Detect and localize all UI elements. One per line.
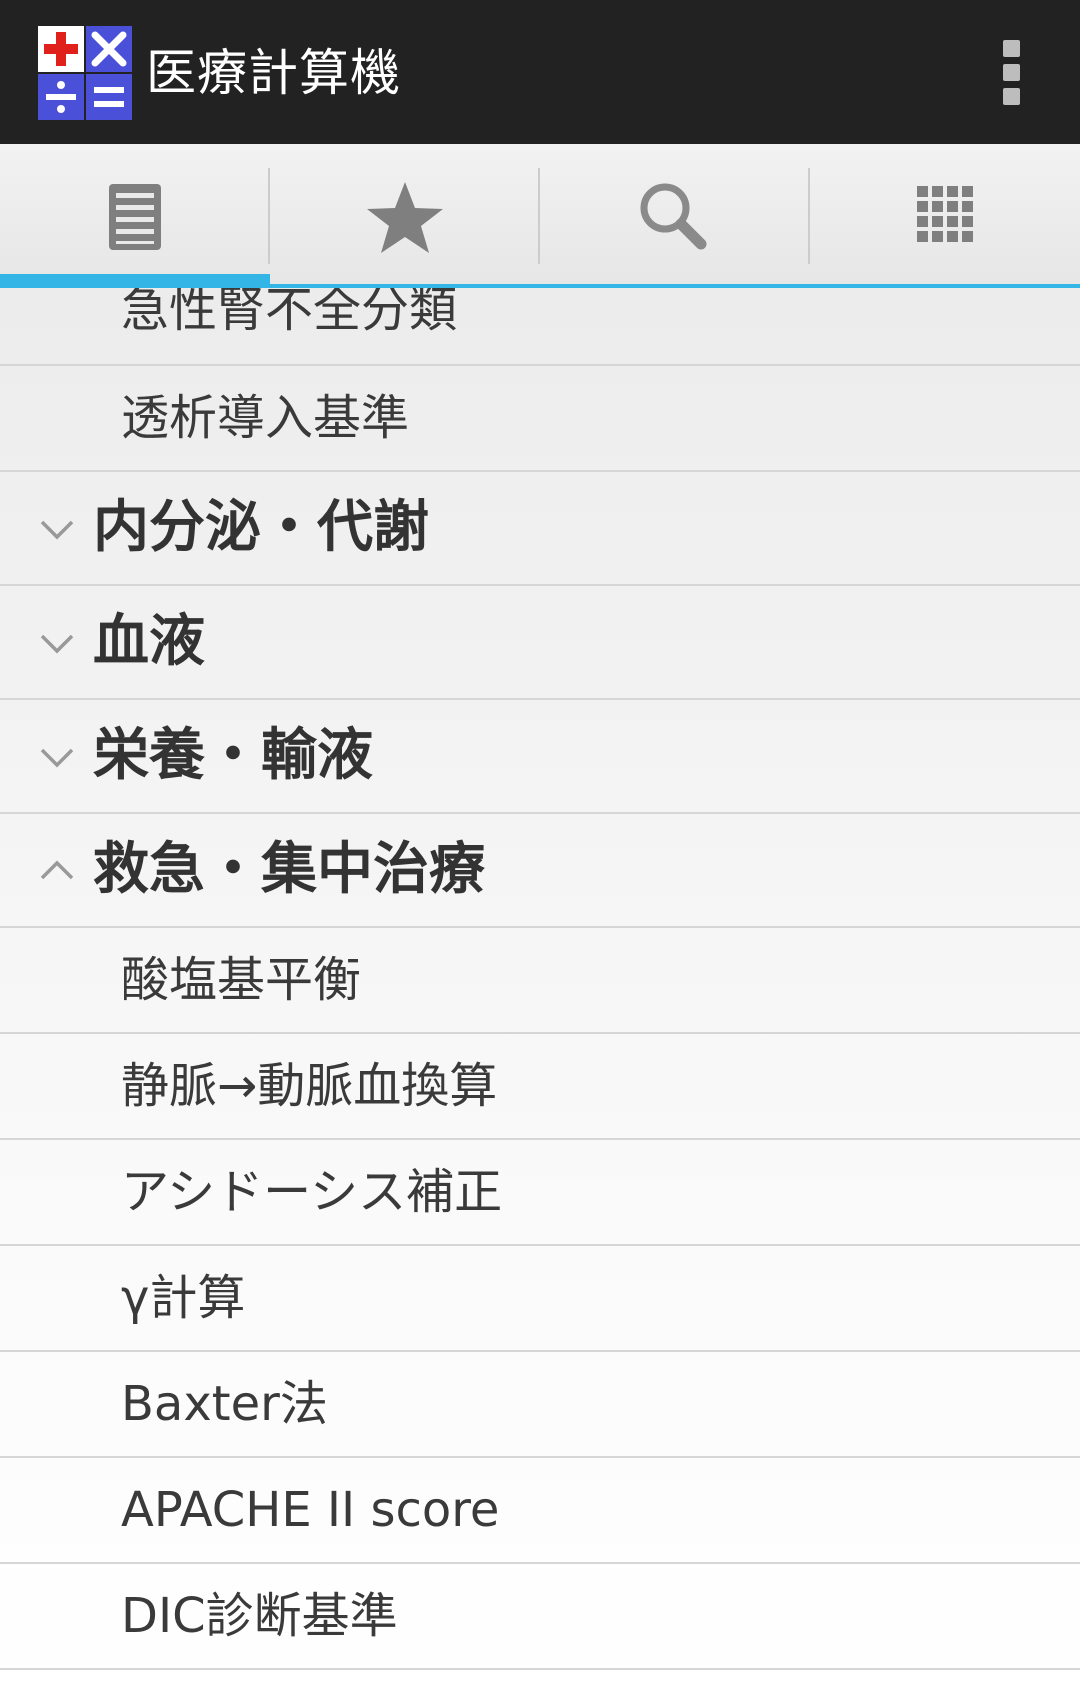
group-emergency-icu[interactable]: 救急・集中治療 [0, 814, 1080, 928]
list-item-label: γ計算 [121, 1270, 246, 1326]
app-title: 医療計算機 [146, 44, 401, 102]
list-item-acidosis-correction[interactable]: アシドーシス補正 [0, 1140, 1080, 1246]
list-item-apache-ii[interactable]: APACHE II score [0, 1458, 1080, 1564]
star-icon [367, 182, 443, 253]
list-item-baxter[interactable]: Baxter法 [0, 1352, 1080, 1458]
group-endocrine-metabolism[interactable]: 内分泌・代謝 [0, 472, 1080, 586]
tab-favorites[interactable] [270, 144, 540, 288]
list-item-label: DIC診断基準 [121, 1588, 398, 1644]
list-item-dic-criteria[interactable]: DIC診断基準 [0, 1564, 1080, 1670]
list-item-dialysis-criteria[interactable]: 透析導入基準 [0, 366, 1080, 472]
group-label: 内分泌・代謝 [93, 495, 429, 560]
group-label: 救急・集中治療 [93, 837, 485, 902]
list-item-label: 急性腎不全分類 [121, 288, 458, 338]
group-hematology[interactable]: 血液 [0, 586, 1080, 700]
chevron-down-icon [40, 520, 74, 540]
list-item-venous-arterial-conversion[interactable]: 静脈→動脈血換算 [0, 1034, 1080, 1140]
tab-categories[interactable] [810, 144, 1080, 288]
overflow-menu-icon[interactable] [1000, 40, 1024, 106]
list-item-label: 透析導入基準 [121, 390, 410, 446]
group-label: 血液 [93, 609, 205, 674]
calculator-list[interactable]: 急性腎不全分類 透析導入基準 内分泌・代謝 血液 栄養・輸液 救急・集中治療 酸… [0, 288, 1080, 1701]
tab-bar [0, 144, 1080, 289]
chevron-down-icon [40, 748, 74, 768]
action-bar: 医療計算機 [0, 0, 1080, 144]
list-icon [109, 184, 161, 250]
tab-indicator [0, 274, 270, 288]
list-item-label: 静脈→動脈血換算 [121, 1058, 498, 1114]
group-label: 栄養・輸液 [93, 723, 373, 788]
list-item-label: アシドーシス補正 [121, 1164, 503, 1220]
list-item-acute-renal-failure[interactable]: 急性腎不全分類 [0, 288, 1080, 366]
grid-icon [917, 186, 973, 242]
search-icon [640, 183, 707, 250]
tab-list[interactable] [0, 144, 270, 288]
list-item-label: Baxter法 [121, 1376, 328, 1432]
group-nutrition-fluids[interactable]: 栄養・輸液 [0, 700, 1080, 814]
list-item-gamma-calc[interactable]: γ計算 [0, 1246, 1080, 1352]
list-item-acid-base[interactable]: 酸塩基平衡 [0, 928, 1080, 1034]
list-item-label: 酸塩基平衡 [121, 952, 362, 1008]
tab-search[interactable] [540, 144, 810, 288]
chevron-down-icon [40, 634, 74, 654]
calculator-logo-icon[interactable] [38, 26, 132, 120]
list-item-label: APACHE II score [121, 1482, 500, 1538]
chevron-up-icon [40, 860, 74, 880]
